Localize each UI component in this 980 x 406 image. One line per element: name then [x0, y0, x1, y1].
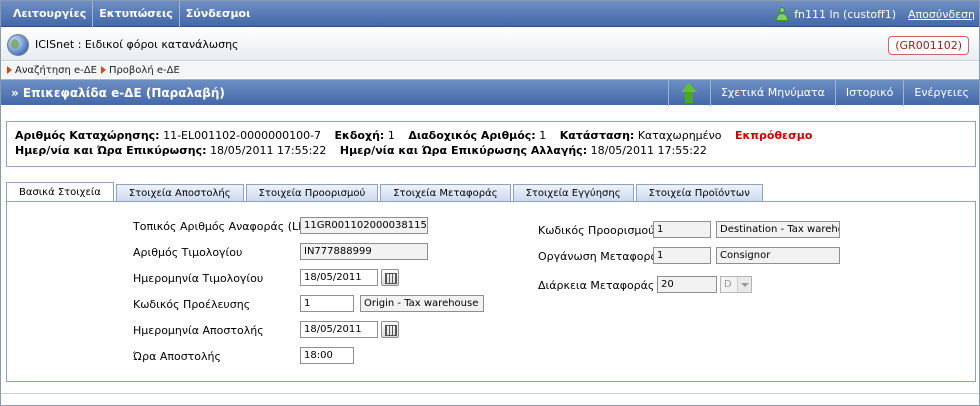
dispatch-time-label: Ώρα Αποστολής	[133, 350, 221, 363]
destination-description-field[interactable]: Destination - Tax wareho	[716, 221, 840, 238]
logout-link[interactable]: Αποσύνδεση	[908, 8, 975, 21]
menu-item-links[interactable]: Σύνδεσμοι	[180, 1, 257, 27]
document-summary: Αριθμός Καταχώρησης: 11-EL001102-0000000…	[6, 121, 976, 167]
footer-divider	[1, 393, 979, 394]
dispatch-time-field[interactable]: 18:00	[300, 347, 354, 364]
app-title-bar: ICISnet : Ειδικοί φόροι κατανάλωσης (GR0…	[1, 28, 979, 61]
invoice-number-label: Αριθμός Τιμολογίου	[133, 246, 243, 259]
menu-item-prints[interactable]: Εκτυπώσεις	[93, 1, 180, 27]
summary-line-1: Αριθμός Καταχώρησης: 11-EL001102-0000000…	[15, 128, 967, 143]
tab-destination-info[interactable]: Στοιχεία Προορισμού	[245, 184, 379, 202]
main-menu: Λειτουργίες Εκτυπώσεις Σύνδεσμοι	[7, 1, 256, 27]
sequence-label: Διαδοχικός Αριθμός:	[408, 129, 536, 142]
transport-organiser-description-field[interactable]: Consignor	[716, 247, 840, 264]
tab-transport-info[interactable]: Στοιχεία Μεταφοράς	[380, 184, 511, 202]
duration-unit-select[interactable]: D	[720, 276, 752, 293]
breadcrumb-label: Αναζήτηση e-ΔΕ	[15, 64, 97, 76]
destination-code-label: Κωδικός Προορισμού	[538, 224, 655, 237]
tab-guarantee-info[interactable]: Στοιχεία Εγγύησης	[512, 184, 634, 202]
transport-duration-label: Διάρκεια Μεταφοράς	[538, 279, 655, 292]
reference-code-badge[interactable]: (GR001102)	[888, 36, 969, 55]
user-icon	[776, 7, 789, 21]
section-title: » Επικεφαλίδα e-ΔΕ (Παραλαβή)	[11, 86, 225, 100]
breadcrumb-label: Προβολή e-ΔΕ	[108, 64, 180, 76]
app-title: ICISnet : Ειδικοί φόροι κατανάλωσης	[35, 38, 239, 51]
reg-no-value: 11-EL001102-0000000100-7	[163, 129, 322, 142]
duration-unit-value: D	[724, 279, 732, 290]
breadcrumb: Αναζήτηση e-ΔΕ Προβολή e-ΔΕ	[1, 62, 979, 78]
validation-value: 18/05/2011 17:55:22	[210, 144, 327, 157]
lrn-field[interactable]: 11GR001102000038115	[300, 217, 428, 234]
dispatch-date-field[interactable]: 18/05/2011	[300, 321, 378, 338]
version-label: Εκδοχή:	[334, 129, 385, 142]
sequence-value: 1	[539, 129, 547, 142]
tab-strip: Βασικά Στοιχεία Στοιχεία Αποστολής Στοιχ…	[6, 182, 765, 202]
menu-item-operations[interactable]: Λειτουργίες	[7, 1, 94, 27]
related-messages-button[interactable]: Σχετικά Μηνύματα	[709, 80, 835, 106]
header-actions: Σχετικά Μηνύματα Ιστορικό Ενέργειες	[667, 80, 979, 106]
breadcrumb-arrow-icon	[100, 66, 106, 74]
origin-code-field[interactable]: 1	[300, 295, 354, 312]
late-status-flag: Εκπρόθεσμο	[735, 129, 813, 142]
origin-code-label: Κωδικός Προέλευσης	[133, 298, 251, 311]
summary-line-2: Ημερ/νία και Ώρα Επικύρωσης: 18/05/2011 …	[15, 143, 967, 158]
user-box: fn111 ln (custoff1) Αποσύνδεση	[776, 1, 975, 27]
change-validation-label: Ημερ/νία και Ώρα Επικύρωσης Αλλαγής:	[339, 144, 588, 157]
calendar-icon[interactable]	[381, 269, 399, 286]
lrn-label: Τοπικός Αριθμός Αναφοράς (LRN)	[133, 220, 319, 233]
transport-organiser-field[interactable]: 1	[653, 247, 711, 264]
arrow-up-icon	[680, 83, 698, 103]
transport-duration-field[interactable]: 20	[657, 276, 717, 293]
history-button[interactable]: Ιστορικό	[834, 80, 904, 106]
section-header-bar: » Επικεφαλίδα e-ΔΕ (Παραλαβή) Σχετικά Μη…	[1, 79, 979, 106]
destination-code-field[interactable]: 1	[653, 221, 711, 238]
dispatch-date-label: Ημερομηνία Αποστολής	[133, 324, 264, 337]
status-label: Κατάσταση:	[559, 129, 635, 142]
reg-no-label: Αριθμός Καταχώρησης:	[15, 129, 160, 142]
globe-icon	[7, 34, 29, 56]
tab-basic-info[interactable]: Βασικά Στοιχεία	[6, 182, 114, 202]
origin-description-field[interactable]: Origin - Tax warehouse	[360, 295, 484, 312]
top-menu-bar: Λειτουργίες Εκτυπώσεις Σύνδεσμοι fn111 l…	[1, 1, 979, 27]
tab-products-info[interactable]: Στοιχεία Προϊόντων	[635, 184, 763, 202]
breadcrumb-item-search[interactable]: Αναζήτηση e-ΔΕ	[7, 65, 97, 76]
breadcrumb-arrow-icon	[7, 66, 12, 74]
breadcrumb-item-view[interactable]: Προβολή e-ΔΕ	[100, 64, 180, 76]
basic-info-panel: Τοπικός Αριθμός Αναφοράς (LRN) 11GR00110…	[6, 201, 976, 382]
actions-button[interactable]: Ενέργειες	[903, 80, 979, 106]
transport-organiser-label: Οργάνωση Μεταφοράς	[538, 250, 665, 263]
status-value: Καταχωρημένο	[637, 129, 722, 142]
user-name: fn111 ln (custoff1)	[794, 7, 897, 21]
go-up-button[interactable]	[667, 80, 710, 106]
calendar-icon[interactable]	[381, 321, 399, 338]
invoice-number-field[interactable]: IN777888999	[300, 243, 428, 260]
validation-label: Ημερ/νία και Ώρα Επικύρωσης:	[15, 144, 207, 157]
version-value: 1	[387, 129, 395, 142]
invoice-date-field[interactable]: 18/05/2011	[300, 269, 378, 286]
invoice-date-label: Ημερομηνία Τιμολογίου	[133, 272, 264, 285]
tab-dispatch-info[interactable]: Στοιχεία Αποστολής	[115, 184, 244, 202]
change-validation-value: 18/05/2011 17:55:22	[590, 144, 707, 157]
chevron-down-icon	[737, 277, 751, 292]
